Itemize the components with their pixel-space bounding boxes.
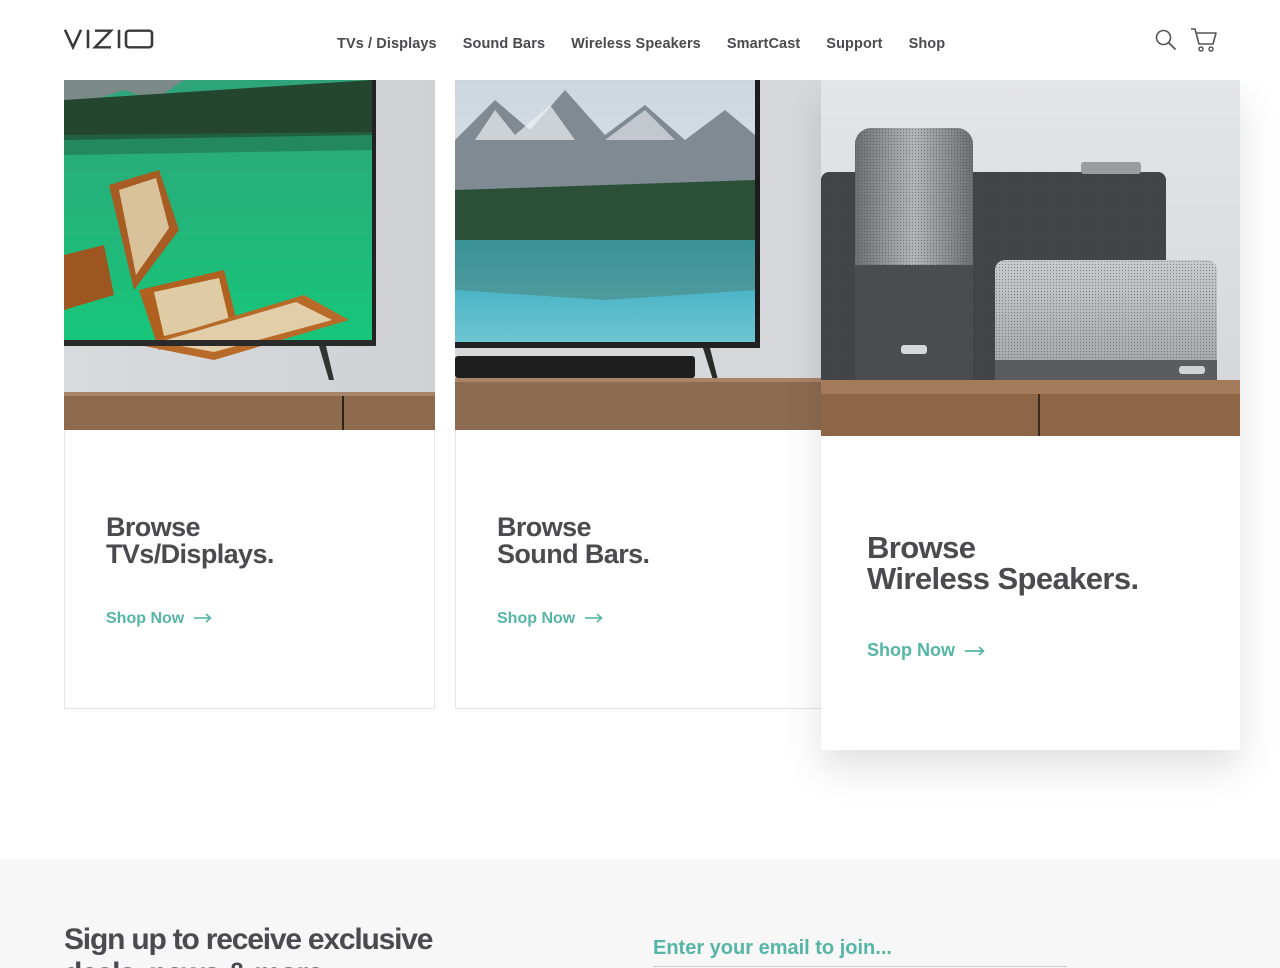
- vizio-logo[interactable]: [64, 28, 154, 51]
- shop-now-label: Shop Now: [106, 610, 185, 627]
- arrow-right-icon: [585, 610, 603, 628]
- card-sound-bars[interactable]: Browse Sound Bars. Shop Now: [455, 80, 826, 709]
- nav-wireless-speakers[interactable]: Wireless Speakers: [571, 36, 701, 52]
- card-title: Browse TVs/Displays.: [106, 514, 274, 568]
- shop-now-link-sound-bars[interactable]: Shop Now: [497, 610, 603, 628]
- card-wireless-speakers[interactable]: Browse Wireless Speakers. Shop Now: [821, 80, 1240, 750]
- card-tvs-displays[interactable]: Browse TVs/Displays. Shop Now: [64, 80, 435, 709]
- tv-lake-boats-image[interactable]: [64, 80, 435, 430]
- shop-now-link-wireless-speakers[interactable]: Shop Now: [867, 640, 985, 661]
- newsletter-signup: Sign up to receive exclusive deals, news…: [0, 859, 1280, 968]
- card-title: Browse Wireless Speakers.: [867, 532, 1139, 594]
- search-icon[interactable]: [1154, 28, 1178, 57]
- tv-soundbar-mountain-lake-image[interactable]: [455, 80, 826, 430]
- signup-heading: Sign up to receive exclusive deals, news…: [64, 923, 433, 968]
- wireless-speakers-image[interactable]: [821, 80, 1240, 436]
- shop-now-label: Shop Now: [497, 610, 576, 627]
- card-title-line-2: Sound Bars.: [497, 539, 650, 569]
- nav-support[interactable]: Support: [826, 36, 882, 52]
- card-body: Browse Wireless Speakers. Shop Now: [821, 436, 1240, 750]
- nav-shop[interactable]: Shop: [909, 36, 946, 52]
- arrow-right-icon: [194, 610, 212, 628]
- card-title: Browse Sound Bars.: [497, 512, 650, 569]
- nav-smartcast[interactable]: SmartCast: [727, 36, 800, 52]
- site-header: TVs / Displays Sound Bars Wireless Speak…: [0, 0, 1280, 80]
- card-title-line-1: Browse: [867, 530, 976, 565]
- shop-now-link-tvs[interactable]: Shop Now: [106, 610, 212, 628]
- vizio-logo-mark: [64, 29, 154, 51]
- card-body: Browse TVs/Displays. Shop Now: [64, 430, 435, 709]
- nav-sound-bars[interactable]: Sound Bars: [463, 36, 545, 52]
- card-title-line-1: Browse: [106, 512, 201, 542]
- main-nav: TVs / Displays Sound Bars Wireless Speak…: [337, 36, 971, 52]
- card-body: Browse Sound Bars. Shop Now: [455, 430, 826, 709]
- nav-tvs-displays[interactable]: TVs / Displays: [337, 36, 437, 52]
- card-title-line-2: TVs/Displays.: [106, 539, 274, 569]
- card-title-line-1: Browse: [497, 512, 592, 542]
- cart-icon[interactable]: [1190, 27, 1218, 58]
- email-field[interactable]: [653, 931, 1067, 967]
- card-title-line-2: Wireless Speakers.: [867, 561, 1139, 596]
- shop-now-label: Shop Now: [867, 640, 955, 660]
- arrow-right-icon: [965, 640, 985, 661]
